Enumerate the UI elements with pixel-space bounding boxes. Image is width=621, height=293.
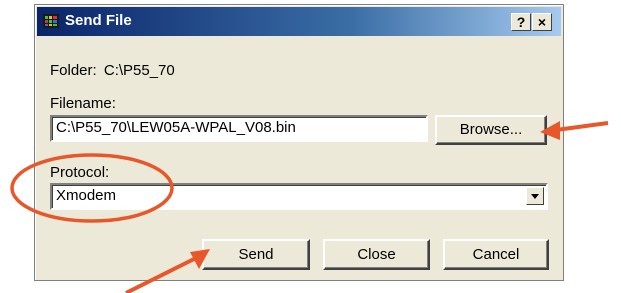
- help-icon[interactable]: ?: [511, 13, 531, 31]
- protocol-select[interactable]: Xmodem: [50, 183, 548, 210]
- send-file-dialog: Send File ? × Folder: C:\P55_70 Filename…: [34, 4, 564, 281]
- protocol-selected-value: Xmodem: [56, 187, 117, 204]
- cancel-button[interactable]: Cancel: [443, 239, 549, 270]
- dropdown-arrow-icon[interactable]: [526, 187, 544, 205]
- folder-path: C:\P55_70: [103, 62, 175, 79]
- browse-button[interactable]: Browse...: [435, 115, 547, 145]
- folder-label-text: Folder:: [50, 62, 97, 79]
- screenshot-canvas: Send File ? × Folder: C:\P55_70 Filename…: [0, 0, 621, 293]
- filename-label: Filename:: [50, 95, 116, 112]
- close-icon[interactable]: ×: [532, 13, 552, 31]
- title-bar[interactable]: Send File ? ×: [37, 7, 561, 36]
- folder-label: Folder: C:\P55_70: [50, 62, 175, 79]
- app-icon: [43, 14, 59, 28]
- window-title: Send File: [65, 12, 132, 29]
- close-button[interactable]: Close: [323, 239, 430, 270]
- filename-input[interactable]: C:\P55_70\LEW05A-WPAL_V08.bin: [50, 115, 428, 142]
- send-button[interactable]: Send: [202, 239, 310, 270]
- protocol-label: Protocol:: [50, 164, 110, 181]
